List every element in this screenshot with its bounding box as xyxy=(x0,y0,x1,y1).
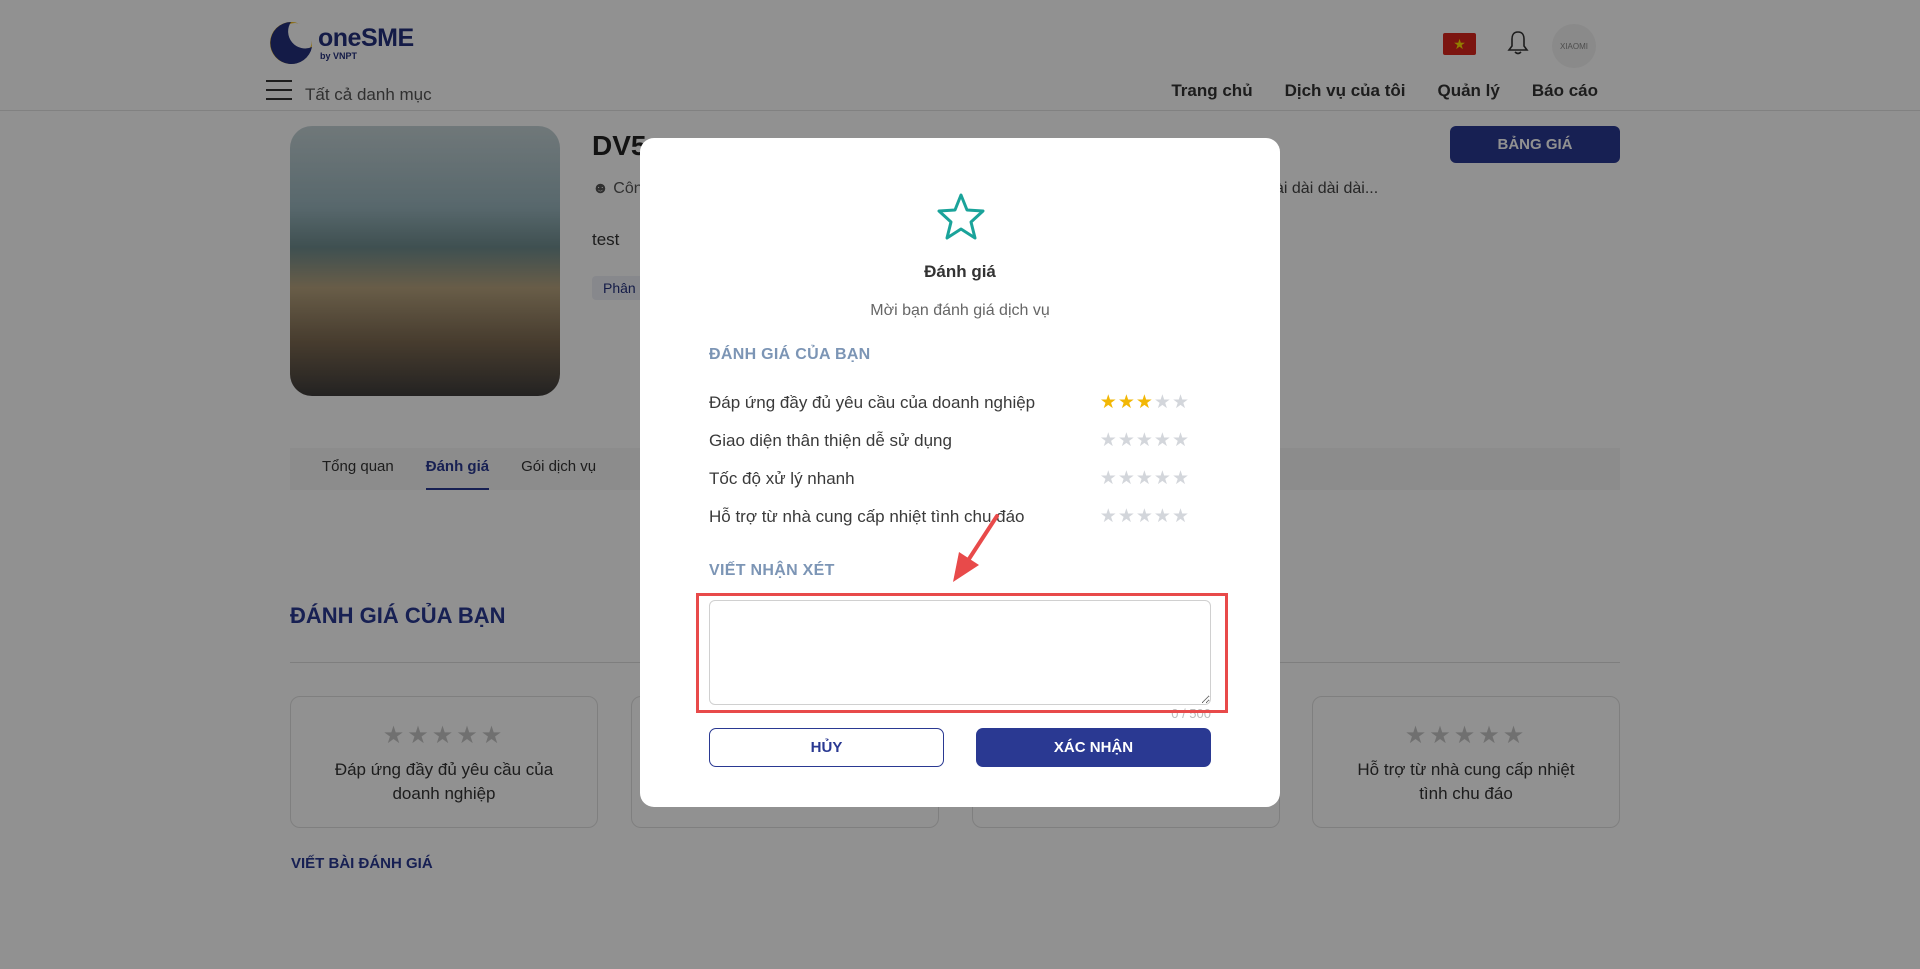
star-icon[interactable]: ★ xyxy=(1136,431,1153,451)
star-icon[interactable]: ★ xyxy=(1118,431,1135,451)
modal-subtitle: Mời bạn đánh giá dịch vụ xyxy=(870,302,1050,319)
criterion-label: Đáp ứng đầy đủ yêu cầu của doanh nghiệp xyxy=(709,393,1036,412)
star-icon[interactable]: ★ xyxy=(1100,431,1117,451)
star-icon[interactable]: ★ xyxy=(1154,393,1171,413)
annotation-highlight-box xyxy=(696,593,1228,713)
star-icon[interactable]: ★ xyxy=(1172,393,1189,413)
star-icon[interactable]: ★ xyxy=(1154,507,1171,527)
confirm-button[interactable]: XÁC NHẬN xyxy=(976,728,1211,767)
modal-title: Đánh giá xyxy=(924,262,996,281)
star-icon[interactable]: ★ xyxy=(1136,393,1153,413)
criterion-row: Đáp ứng đầy đủ yêu cầu của doanh nghiệp ★… xyxy=(709,391,1189,415)
star-outline-icon xyxy=(937,193,985,240)
criterion-label: Tốc độ xử lý nhanh xyxy=(709,469,855,488)
star-icon[interactable]: ★ xyxy=(1100,393,1117,413)
star-rating: ★ ★ ★ ★ ★ xyxy=(1100,431,1189,451)
star-rating: ★ ★ ★ ★ ★ xyxy=(1100,507,1189,527)
star-icon[interactable]: ★ xyxy=(1118,469,1135,489)
star-icon[interactable]: ★ xyxy=(1172,469,1189,489)
star-icon[interactable]: ★ xyxy=(1100,507,1117,527)
criterion-label: Giao diện thân thiện dễ sử dụng xyxy=(709,431,952,450)
star-icon[interactable]: ★ xyxy=(1154,431,1171,451)
cancel-button[interactable]: HỦY xyxy=(709,728,944,767)
annotation-arrow-icon xyxy=(953,514,999,582)
star-icon[interactable]: ★ xyxy=(1118,393,1135,413)
criterion-row: Tốc độ xử lý nhanh ★ ★ ★ ★ ★ xyxy=(709,467,1189,491)
star-rating: ★ ★ ★ ★ ★ xyxy=(1100,469,1189,489)
star-icon[interactable]: ★ xyxy=(1100,469,1117,489)
star-icon[interactable]: ★ xyxy=(1154,469,1171,489)
comment-heading: VIẾT NHẬN XÉT xyxy=(709,562,835,579)
star-icon[interactable]: ★ xyxy=(1172,507,1189,527)
star-icon[interactable]: ★ xyxy=(1136,469,1153,489)
star-rating: ★ ★ ★ ★ ★ xyxy=(1100,393,1189,413)
criterion-row: Giao diện thân thiện dễ sử dụng ★ ★ ★ ★ ★ xyxy=(709,429,1189,453)
rating-heading: ĐÁNH GIÁ CỦA BẠN xyxy=(709,346,871,363)
star-icon[interactable]: ★ xyxy=(1136,507,1153,527)
star-icon[interactable]: ★ xyxy=(1172,431,1189,451)
star-icon[interactable]: ★ xyxy=(1118,507,1135,527)
